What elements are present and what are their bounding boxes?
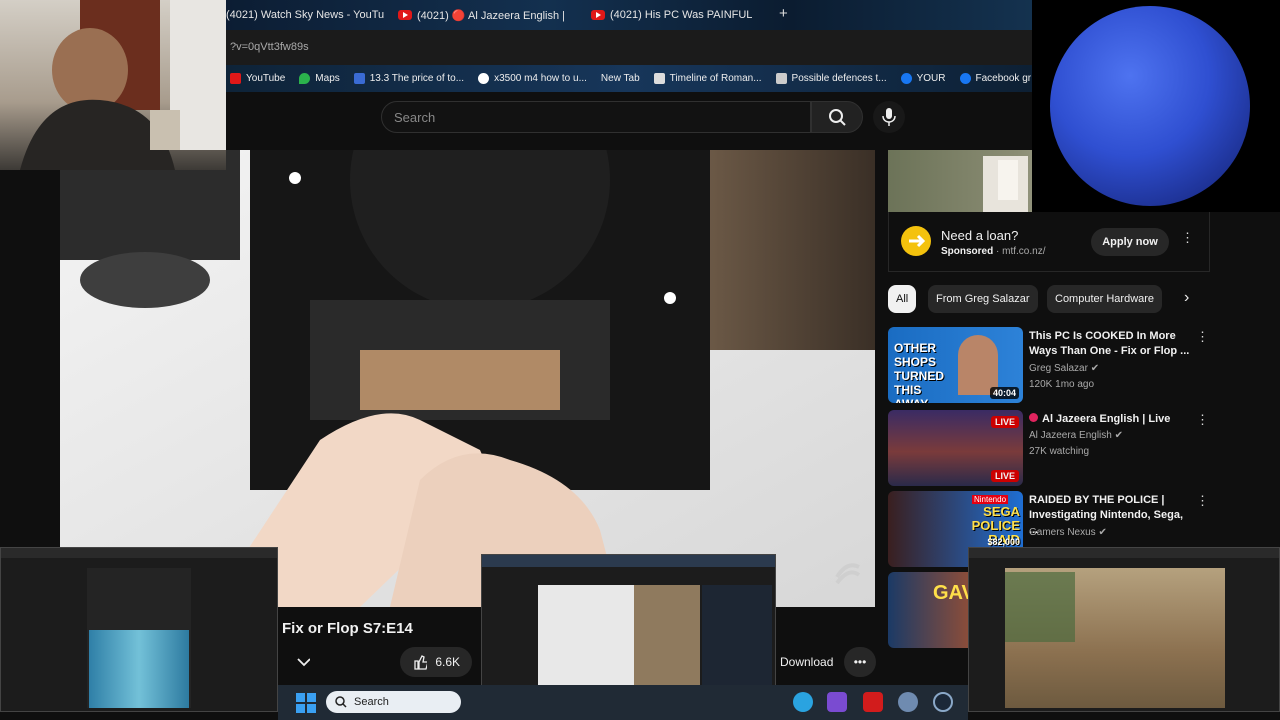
url-text[interactable]: ?v=0qVtt3fw89s [230, 41, 309, 53]
more-options-icon[interactable]: ⋮ [1196, 412, 1209, 428]
thumbs-up-icon [414, 655, 428, 670]
voice-search-button[interactable] [873, 101, 905, 133]
tab-al-jazeera[interactable]: (4021) 🔴 Al Jazeera English | × [398, 4, 573, 26]
ad-title: Need a loan? [941, 228, 1019, 243]
video-thumbnail[interactable]: OTHER SHOPS TURNED THIS AWAY 40:04 [888, 327, 1023, 403]
verified-icon: ✔ [1098, 527, 1107, 538]
map-pin-icon [299, 73, 311, 84]
chevron-right-icon[interactable]: › [1184, 289, 1189, 307]
app-icon[interactable] [827, 692, 847, 712]
video-frame [60, 150, 875, 607]
like-button[interactable]: 6.6K [400, 647, 472, 677]
search-icon [335, 696, 347, 708]
recommendation-title[interactable]: Al Jazeera English | Live [1029, 412, 1194, 427]
taskbar: Search [278, 685, 968, 720]
chip-computer-hardware[interactable]: Computer Hardware [1047, 285, 1163, 313]
facebook-icon [900, 73, 912, 84]
more-actions-button[interactable]: ••• [844, 647, 876, 677]
ad-more-icon[interactable]: ⋮ [1181, 230, 1194, 246]
close-icon[interactable]: × [770, 8, 771, 22]
video-player[interactable] [60, 150, 875, 607]
tab-his-pc[interactable]: (4021) His PC Was PAINFUL × [591, 4, 771, 26]
tab-sky-news[interactable]: (4021) Watch Sky News - YouTu × [226, 4, 386, 26]
wikipedia-icon [653, 73, 665, 84]
more-options-icon[interactable]: ⋮ [1196, 329, 1209, 345]
bookmark-youtube[interactable]: YouTube [230, 73, 285, 84]
filter-chips: All From Greg Salazar Computer Hardware … [888, 285, 1210, 313]
steam-icon[interactable] [933, 692, 953, 712]
gear-icon[interactable] [898, 692, 918, 712]
download-button[interactable]: Download [768, 647, 838, 677]
verified-icon: ✔ [1114, 430, 1123, 441]
bookmark-new-tab[interactable]: New Tab [601, 73, 640, 84]
cl-icon [775, 73, 787, 84]
chip-all[interactable]: All [888, 285, 917, 313]
channel-name[interactable]: Greg Salazar ✔ [1029, 363, 1099, 374]
bookmark-your[interactable]: YOUR [900, 73, 946, 84]
youtube-header: Search [226, 92, 1032, 142]
recommendation-item[interactable]: OTHER SHOPS TURNED THIS AWAY 40:04 This … [888, 327, 1218, 403]
bookmark-defences[interactable]: Possible defences t... [775, 73, 887, 84]
youtube-icon [230, 73, 241, 84]
bookmark-maps[interactable]: Maps [299, 73, 340, 84]
webcam-image [20, 0, 226, 170]
live-badge: LIVE [990, 470, 1019, 482]
browser-tab-strip: (4021) Watch Sky News - YouTu × (4021) 🔴… [226, 0, 1032, 30]
youtube-icon [398, 10, 412, 20]
bookmark-x3500[interactable]: x3500 m4 how to u... [478, 73, 587, 84]
duration-badge: 40:04 [989, 387, 1019, 399]
sponsor-logo-icon [901, 226, 931, 256]
apply-now-button[interactable]: Apply now [1091, 228, 1169, 256]
bookmarks-bar: YouTube Maps 13.3 The price of to... x35… [226, 65, 1032, 92]
telegram-icon[interactable] [793, 692, 813, 712]
tab-label: (4021) Watch Sky News - YouTu [226, 9, 385, 21]
bookmark-price[interactable]: 13.3 The price of to... [353, 73, 464, 84]
planet-overlay [1032, 0, 1280, 212]
facebook-icon [959, 73, 971, 84]
live-badge-top: LIVE [990, 416, 1019, 428]
youtube-icon [591, 10, 605, 20]
bookmark-timeline[interactable]: Timeline of Roman... [653, 73, 762, 84]
recommendation-item[interactable]: LIVE LIVE Al Jazeera English | Live Al J… [888, 410, 1218, 486]
taskbar-search[interactable]: Search [326, 691, 461, 713]
neptune-image [1050, 6, 1250, 206]
screen-capture-left [0, 547, 278, 712]
page-icon [353, 73, 365, 84]
mic-icon [882, 108, 896, 126]
channel-name[interactable]: Gamers Nexus ✔ [1029, 527, 1107, 538]
more-options-icon[interactable]: ⋮ [1196, 493, 1209, 509]
live-dot-icon [1029, 413, 1038, 422]
video-thumbnail[interactable]: LIVE LIVE [888, 410, 1023, 486]
screen-capture-right [968, 547, 1280, 712]
webcam-overlay [0, 0, 226, 170]
verified-icon: ✔ [1090, 363, 1100, 374]
recommendation-title[interactable]: This PC Is COOKED In More Ways Than One … [1029, 329, 1194, 359]
bookmark-facebook[interactable]: Facebook gr [959, 73, 1031, 84]
google-icon [478, 73, 490, 84]
tab-label: (4021) His PC Was PAINFUL [610, 9, 753, 21]
video-meta: 27K watching [1029, 446, 1090, 457]
channel-name[interactable]: Al Jazeera English ✔ [1029, 430, 1123, 441]
video-title: Fix or Flop S7:E14 [282, 620, 413, 637]
ad-sponsor-line: Sponsored · mtf.co.nz/ [941, 246, 1046, 257]
chip-greg-salazar[interactable]: From Greg Salazar [928, 285, 1038, 313]
person-image [958, 335, 998, 395]
video-meta: 120K 1mo ago [1029, 379, 1095, 390]
tab-label: (4021) 🔴 Al Jazeera English | [417, 9, 566, 22]
ad-card[interactable]: Need a loan? Sponsored · mtf.co.nz/ Appl… [888, 212, 1210, 272]
pdf-icon[interactable] [863, 692, 883, 712]
search-icon [829, 109, 846, 126]
watermark-icon [835, 563, 861, 585]
new-tab-button[interactable]: + [779, 5, 788, 22]
windows-start-icon[interactable] [296, 693, 316, 713]
search-input[interactable]: Search [381, 101, 811, 133]
search-button[interactable] [811, 101, 863, 133]
address-bar[interactable]: ?v=0qVtt3fw89s [226, 30, 1032, 65]
